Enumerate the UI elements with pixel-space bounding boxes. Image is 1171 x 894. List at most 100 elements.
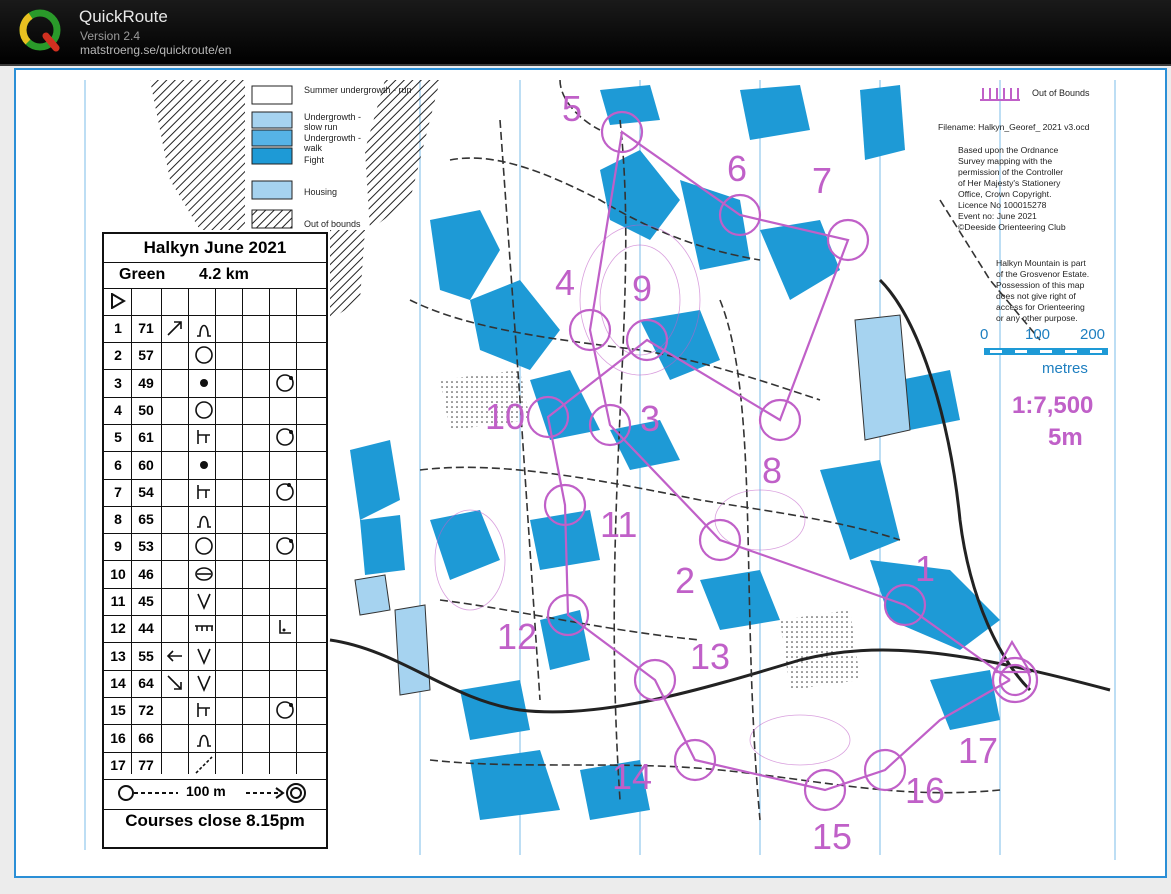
control-number: 7 <box>114 483 122 500</box>
scale-ratio: 1:7,500 <box>1012 392 1094 419</box>
position-side-icon <box>276 537 294 556</box>
map-number-12: 12 <box>497 616 538 657</box>
map-number-3: 3 <box>640 398 661 439</box>
control-description-card: Halkyn June 2021 Green 4.2 km 1 71 2 57 3 49 4… <box>102 232 328 849</box>
map-number-17: 17 <box>958 730 999 771</box>
control-code: 64 <box>138 674 154 691</box>
control-number: 12 <box>110 620 126 637</box>
control-code: 60 <box>138 456 154 473</box>
slash-symbol-icon <box>195 756 213 774</box>
map-number-5: 5 <box>562 88 583 129</box>
position-side-icon <box>276 373 294 392</box>
map-number-13: 13 <box>690 636 731 677</box>
v-symbol-icon <box>197 675 211 692</box>
copyright-text: Based upon the Ordnance Survey mapping wi… <box>958 145 1066 232</box>
map-number-11: 11 <box>600 504 638 545</box>
v-symbol-icon <box>197 648 211 665</box>
control-code: 45 <box>138 593 154 609</box>
gate-symbol-icon <box>197 430 210 445</box>
control-code: 65 <box>138 511 154 528</box>
control-code: 66 <box>138 729 154 746</box>
scale-tick-100: 100 <box>1025 326 1051 343</box>
out-of-bounds-label: Out of Bounds <box>1032 88 1090 98</box>
legend-slow-run: Undergrowth - slow run <box>304 112 362 132</box>
gate-symbol-icon <box>197 484 210 499</box>
arrow-ne-icon <box>167 321 182 336</box>
control-number: 6 <box>114 456 122 473</box>
card-title: Halkyn June 2021 <box>104 234 326 263</box>
start-triangle-icon <box>111 293 126 309</box>
map-number-1: 1 <box>915 548 936 589</box>
map-number-2: 2 <box>675 560 696 601</box>
control-code: 53 <box>138 538 154 555</box>
map-number-10: 10 <box>485 396 526 437</box>
ring-symbol-icon <box>195 566 213 581</box>
control-code: 71 <box>138 320 154 336</box>
arrow-se-icon <box>167 675 182 690</box>
map-number-15: 15 <box>812 816 853 857</box>
control-number: 11 <box>110 593 126 609</box>
control-number: 1 <box>114 320 122 336</box>
map-number-9: 9 <box>632 268 653 309</box>
control-number: 9 <box>114 538 122 555</box>
course-length: 4.2 km <box>199 266 249 283</box>
map-number-4: 4 <box>555 262 576 303</box>
map-number-8: 8 <box>762 450 783 491</box>
position-top-icon <box>276 482 294 501</box>
control-number: 2 <box>114 347 122 364</box>
circle-symbol-icon <box>195 346 213 365</box>
course-name: Green <box>119 266 166 283</box>
control-code: 44 <box>138 620 154 637</box>
corner-icon <box>279 620 291 635</box>
dot-symbol-icon <box>200 378 208 387</box>
control-number: 15 <box>110 702 126 719</box>
map-number-14: 14 <box>612 756 653 797</box>
legend-summer-undergrowth: Summer undergrowth - run <box>304 85 412 95</box>
control-number: 4 <box>114 401 122 418</box>
control-number: 16 <box>110 729 126 746</box>
scale-tick-200: 200 <box>1080 326 1106 343</box>
knoll-symbol-icon <box>197 324 211 337</box>
control-code: 61 <box>138 429 154 446</box>
arrow-left-icon <box>166 650 182 662</box>
control-number: 17 <box>110 756 126 773</box>
control-code: 72 <box>138 702 154 719</box>
scale-tick-0: 0 <box>980 326 989 343</box>
control-code: 50 <box>138 401 154 418</box>
contour-interval: 5m <box>1048 424 1083 451</box>
circle-symbol-icon <box>195 537 213 556</box>
knoll-symbol-icon <box>197 515 211 528</box>
control-number: 10 <box>110 565 126 582</box>
gate-symbol-icon <box>197 703 210 718</box>
control-number: 8 <box>114 511 122 528</box>
card-course-row: Green 4.2 km <box>104 262 326 289</box>
control-code: 57 <box>138 347 154 364</box>
legend-housing: Housing <box>304 187 338 197</box>
circle-symbol-icon <box>195 401 213 419</box>
control-code: 46 <box>138 565 154 582</box>
map-number-6: 6 <box>727 148 748 189</box>
knoll-symbol-icon <box>197 734 211 747</box>
finish-distance: 100 m <box>186 783 226 799</box>
estate-text: Halkyn Mountain is part of the Grosvenor … <box>996 258 1090 323</box>
control-code: 49 <box>138 374 154 391</box>
legend-out-of-bounds: Out of bounds <box>304 219 361 229</box>
scale-unit: metres <box>1042 360 1088 377</box>
wall-symbol-icon <box>195 625 213 632</box>
legend-fight: Fight <box>304 155 325 165</box>
control-number: 13 <box>110 647 126 664</box>
control-number: 14 <box>110 674 126 691</box>
v-symbol-icon <box>197 593 211 611</box>
control-code: 55 <box>138 647 154 664</box>
dot-symbol-icon <box>200 460 208 469</box>
position-side-icon <box>276 428 294 446</box>
courses-close: Courses close 8.15pm <box>125 811 305 830</box>
control-code: 77 <box>138 756 154 773</box>
map-number-7: 7 <box>812 160 833 201</box>
control-number: 5 <box>114 429 122 446</box>
control-number: 3 <box>114 374 122 391</box>
control-code: 54 <box>138 483 154 500</box>
position-side-icon <box>276 701 294 719</box>
legend-walk: Undergrowth - walk <box>304 133 362 153</box>
finish-distance-row: 100 m <box>104 774 326 810</box>
